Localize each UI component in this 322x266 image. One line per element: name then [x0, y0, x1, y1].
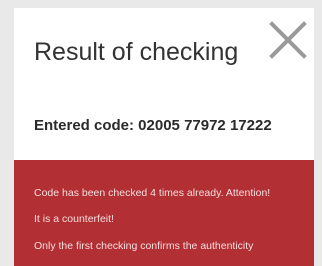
- result-dialog: Result of checking Entered code: 02005 7…: [14, 8, 314, 266]
- entered-code: Entered code: 02005 77972 17222: [34, 117, 272, 134]
- alert-line-counterfeit: It is a counterfeit!: [34, 213, 114, 225]
- warning-alert: Code has been checked 4 times already. A…: [14, 160, 314, 266]
- close-button[interactable]: [268, 20, 308, 60]
- alert-line-checked-times: Code has been checked 4 times already. A…: [34, 187, 271, 199]
- close-icon: [269, 21, 307, 59]
- dialog-title: Result of checking: [34, 38, 239, 66]
- alert-line-authenticity: Only the first checking confirms the aut…: [34, 240, 254, 252]
